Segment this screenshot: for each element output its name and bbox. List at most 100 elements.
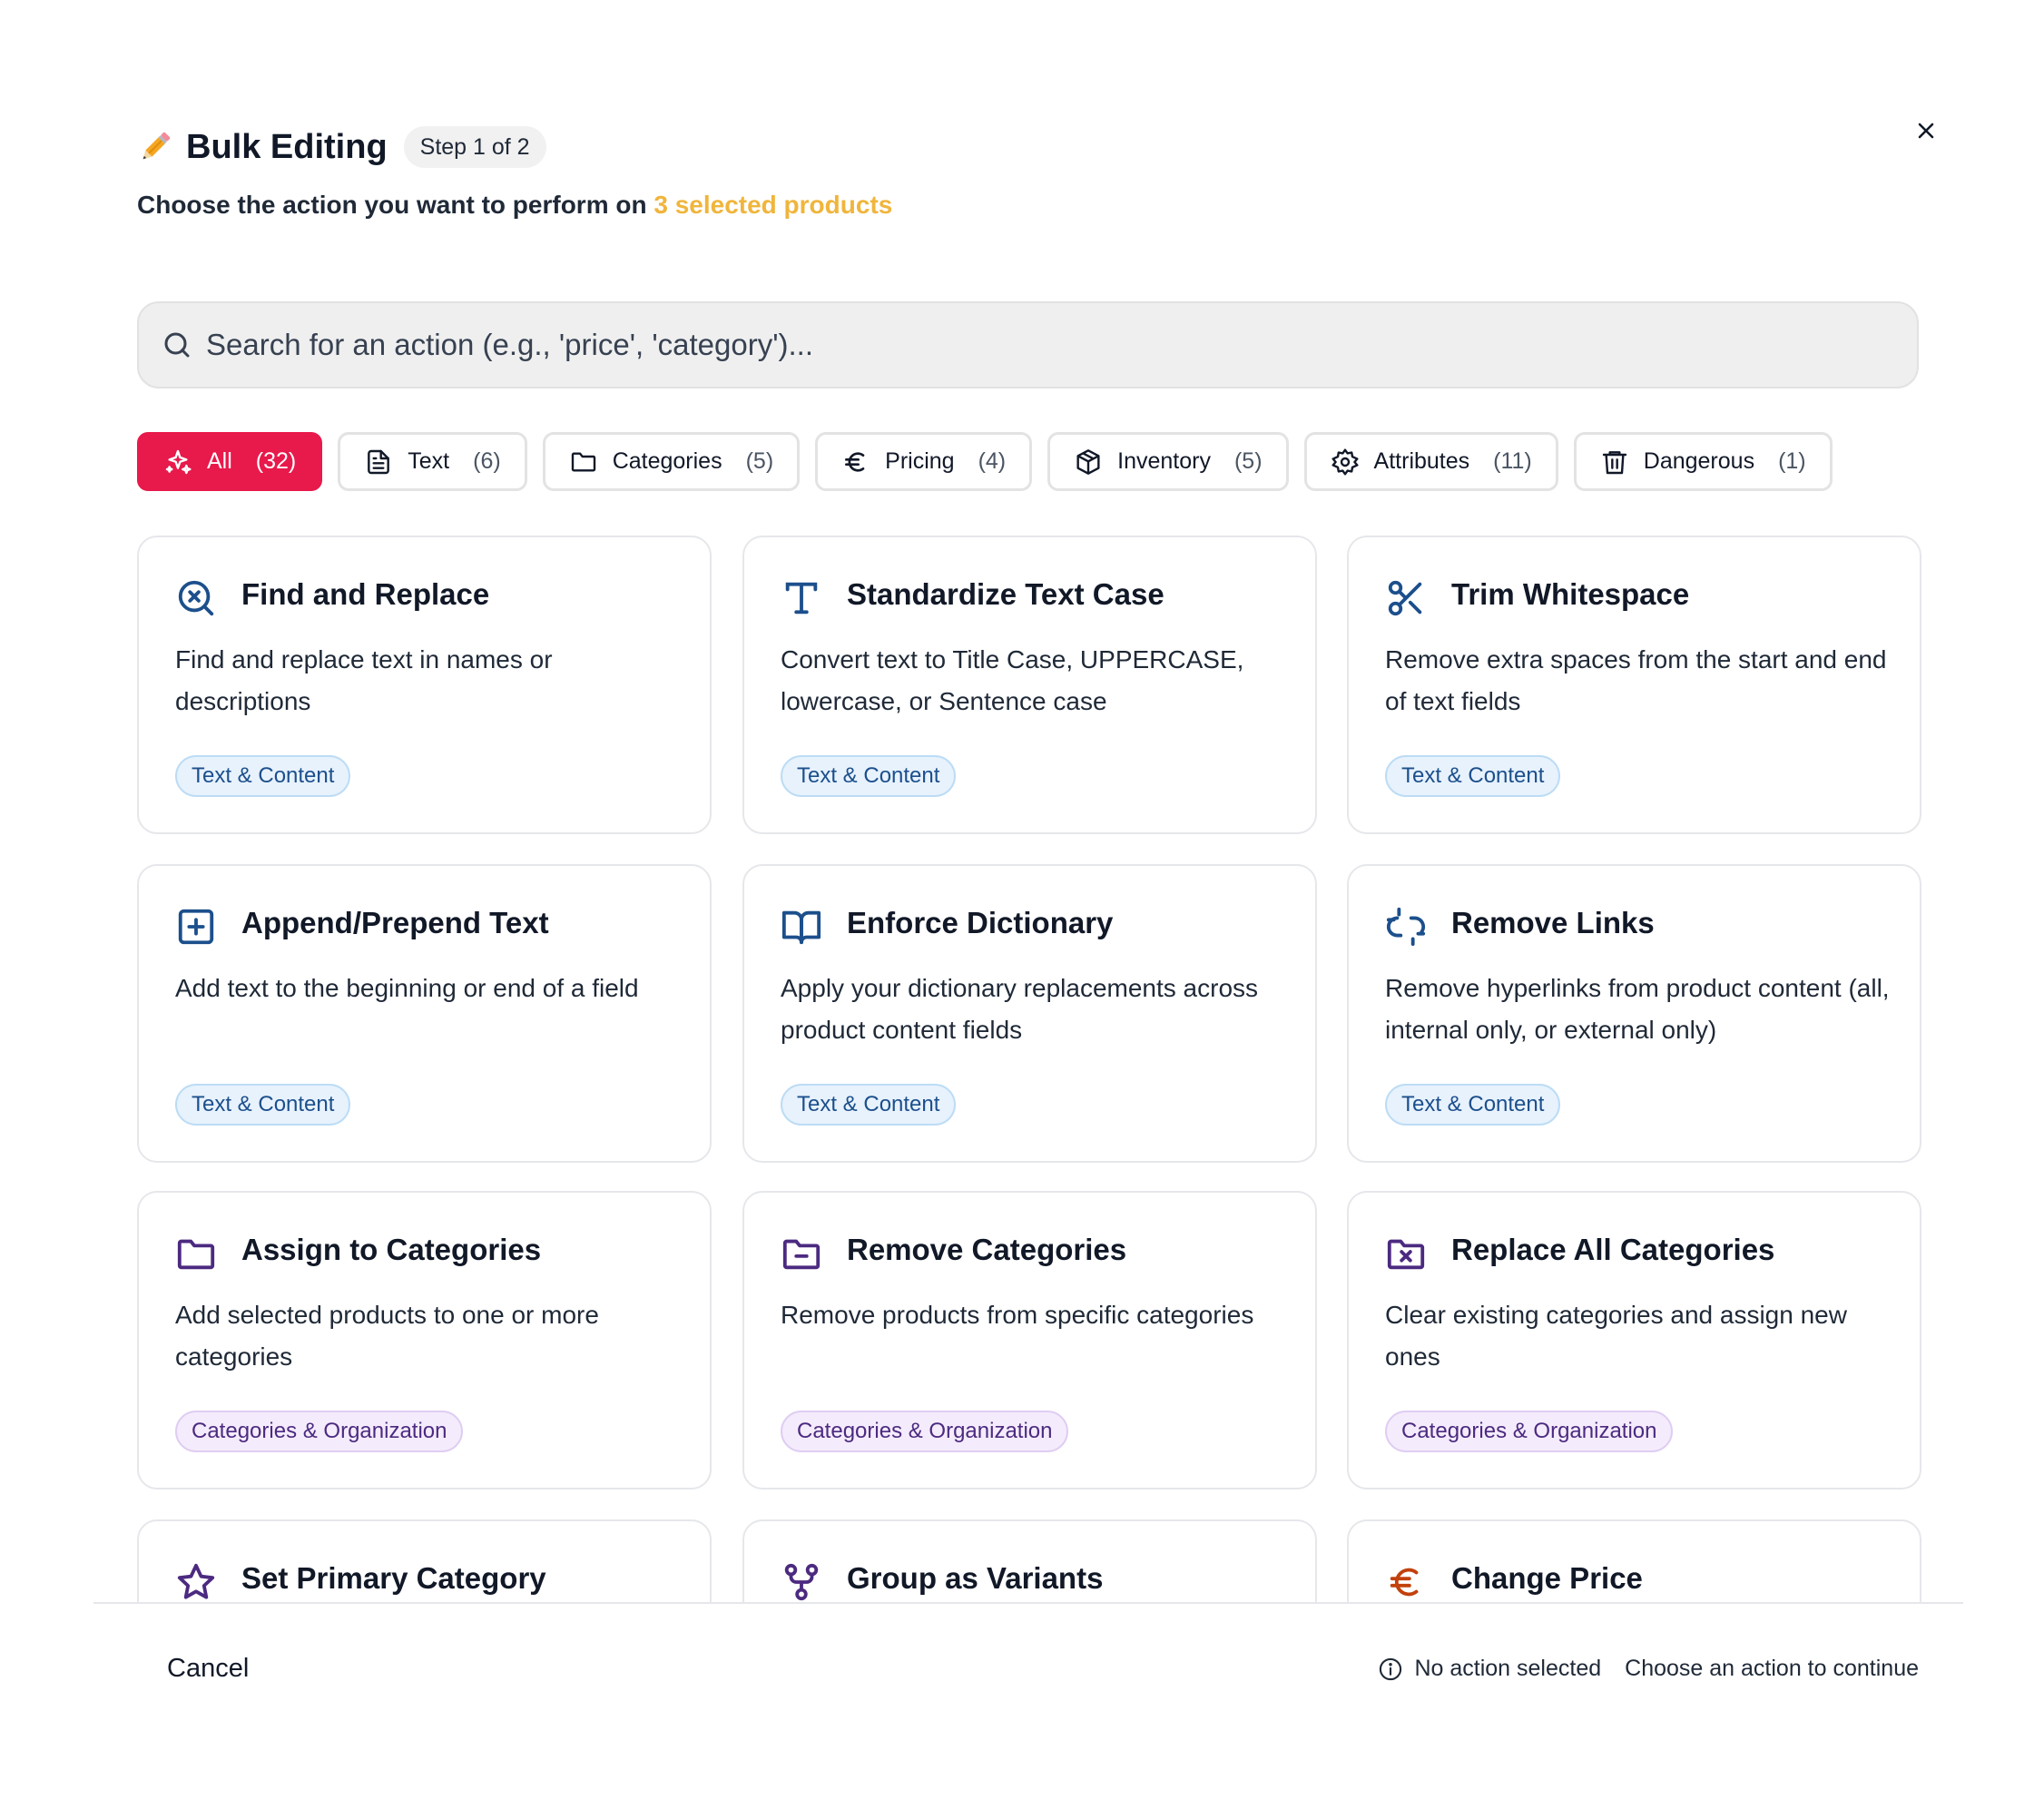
card-title: Change Price xyxy=(1451,1561,1643,1595)
search-bar[interactable] xyxy=(137,301,1919,388)
action-card-find-replace[interactable]: Find and Replace Find and replace text i… xyxy=(137,536,712,834)
close-icon xyxy=(1918,123,1934,139)
action-card-remove-links[interactable]: Remove Links Remove hyperlinks from prod… xyxy=(1347,864,1921,1163)
step-badge: Step 1 of 2 xyxy=(403,126,546,168)
filter-label: Inventory xyxy=(1117,448,1211,474)
folder-minus-icon xyxy=(781,1233,822,1274)
continue-hint: Choose an action to continue xyxy=(1625,1656,1919,1681)
action-card-change-price[interactable]: Change Price xyxy=(1347,1519,1921,1602)
status-text: No action selected xyxy=(1414,1656,1602,1681)
card-title: Trim Whitespace xyxy=(1451,577,1690,611)
filter-count: (32) xyxy=(255,448,297,474)
modal-header: Bulk Editing Step 1 of 2 xyxy=(137,125,546,169)
sparkles-icon xyxy=(163,447,192,477)
folder-x-icon xyxy=(1385,1233,1427,1274)
document-icon xyxy=(364,447,393,477)
filter-all[interactable]: All (32) xyxy=(137,432,323,491)
folder-icon xyxy=(175,1233,217,1274)
action-card-standardize-case[interactable]: Standardize Text Case Convert text to Ti… xyxy=(742,536,1317,834)
modal-subtitle: Choose the action you want to perform on… xyxy=(137,191,892,220)
card-description: Remove extra spaces from the start and e… xyxy=(1385,645,1887,715)
action-card-replace-categories[interactable]: Replace All Categories Clear existing ca… xyxy=(1347,1191,1921,1490)
scissors-icon xyxy=(1385,577,1427,619)
filter-count: (4) xyxy=(978,448,1007,474)
filter-count: (11) xyxy=(1493,448,1532,474)
category-tag: Text & Content xyxy=(781,755,957,797)
card-description: Convert text to Title Case, UPPERCASE, l… xyxy=(781,645,1244,715)
subtitle-text: Choose the action you want to perform on xyxy=(137,191,647,219)
card-title: Enforce Dictionary xyxy=(847,906,1114,939)
search-x-icon xyxy=(175,577,217,619)
card-title: Remove Categories xyxy=(847,1233,1127,1266)
card-description: Remove products from specific categories xyxy=(781,1301,1254,1329)
filter-count: (6) xyxy=(473,448,501,474)
filter-attributes[interactable]: Attributes (11) xyxy=(1303,432,1558,491)
filter-label: Pricing xyxy=(885,448,955,474)
category-tag: Categories & Organization xyxy=(1385,1411,1674,1452)
cancel-button[interactable]: Cancel xyxy=(167,1654,249,1684)
filter-label: All xyxy=(207,448,232,474)
unlink-icon xyxy=(1385,906,1427,948)
modal-title: Bulk Editing xyxy=(186,127,388,166)
action-card-set-primary-category[interactable]: Set Primary Category xyxy=(137,1519,712,1602)
star-icon xyxy=(175,1561,217,1602)
gear-icon xyxy=(1331,447,1360,477)
pencil-icon xyxy=(137,129,173,165)
type-icon xyxy=(781,577,822,619)
selected-products-count: 3 selected products xyxy=(653,191,893,219)
filter-dangerous[interactable]: Dangerous (1) xyxy=(1573,432,1833,491)
category-tag: Text & Content xyxy=(175,755,351,797)
category-tag: Text & Content xyxy=(781,1084,957,1126)
book-icon xyxy=(781,906,822,948)
card-title: Find and Replace xyxy=(241,577,490,611)
filter-chips: All (32) Text (6) Categories (5) Pricing… xyxy=(137,432,1833,491)
trash-icon xyxy=(1600,447,1629,477)
action-card-trim-whitespace[interactable]: Trim Whitespace Remove extra spaces from… xyxy=(1347,536,1921,834)
card-title: Assign to Categories xyxy=(241,1233,542,1266)
filter-count: (5) xyxy=(1233,448,1263,474)
filter-text[interactable]: Text (6) xyxy=(338,432,527,491)
card-title: Set Primary Category xyxy=(241,1561,546,1595)
card-title: Group as Variants xyxy=(847,1561,1104,1595)
category-tag: Categories & Organization xyxy=(781,1411,1069,1452)
filter-pricing[interactable]: Pricing (4) xyxy=(815,432,1033,491)
close-button[interactable] xyxy=(1906,111,1946,151)
folder-icon xyxy=(569,447,598,477)
search-icon xyxy=(164,332,190,358)
action-card-enforce-dictionary[interactable]: Enforce Dictionary Apply your dictionary… xyxy=(742,864,1317,1163)
filter-count: (1) xyxy=(1778,448,1806,474)
action-card-remove-categories[interactable]: Remove Categories Remove products from s… xyxy=(742,1191,1317,1490)
filter-label: Attributes xyxy=(1373,448,1470,474)
action-card-group-variants[interactable]: Group as Variants xyxy=(742,1519,1317,1602)
card-description: Add text to the beginning or end of a fi… xyxy=(175,974,639,1002)
euro-icon xyxy=(841,447,870,477)
card-description: Remove hyperlinks from product content (… xyxy=(1385,974,1890,1044)
filter-categories[interactable]: Categories (5) xyxy=(542,432,801,491)
filter-label: Dangerous xyxy=(1643,448,1755,474)
footer-divider xyxy=(93,1602,1963,1604)
actions-grid: Find and Replace Find and replace text i… xyxy=(0,534,2044,1602)
selection-status: No action selected Choose an action to c… xyxy=(1378,1656,1919,1682)
card-title: Remove Links xyxy=(1451,906,1655,939)
category-tag: Text & Content xyxy=(175,1084,351,1126)
category-tag: Categories & Organization xyxy=(175,1411,464,1452)
category-tag: Text & Content xyxy=(1385,755,1561,797)
filter-count: (5) xyxy=(745,448,774,474)
action-card-assign-categories[interactable]: Assign to Categories Add selected produc… xyxy=(137,1191,712,1490)
git-fork-icon xyxy=(781,1561,822,1602)
card-title: Standardize Text Case xyxy=(847,577,1164,611)
search-input[interactable] xyxy=(206,328,1885,362)
bulk-edit-modal: Bulk Editing Step 1 of 2 Choose the acti… xyxy=(0,0,2044,1819)
filter-label: Text xyxy=(408,448,450,474)
filter-label: Categories xyxy=(612,448,722,474)
card-description: Clear existing categories and assign new… xyxy=(1385,1301,1847,1371)
filter-inventory[interactable]: Inventory (5) xyxy=(1047,432,1289,491)
card-description: Add selected products to one or more cat… xyxy=(175,1301,599,1371)
card-title: Append/Prepend Text xyxy=(241,906,549,939)
euro-icon xyxy=(1385,1561,1427,1602)
card-description: Apply your dictionary replacements acros… xyxy=(781,974,1259,1044)
action-card-append-prepend[interactable]: Append/Prepend Text Add text to the begi… xyxy=(137,864,712,1163)
info-icon xyxy=(1378,1657,1403,1682)
card-description: Find and replace text in names or descri… xyxy=(175,645,553,715)
plus-square-icon xyxy=(175,906,217,948)
